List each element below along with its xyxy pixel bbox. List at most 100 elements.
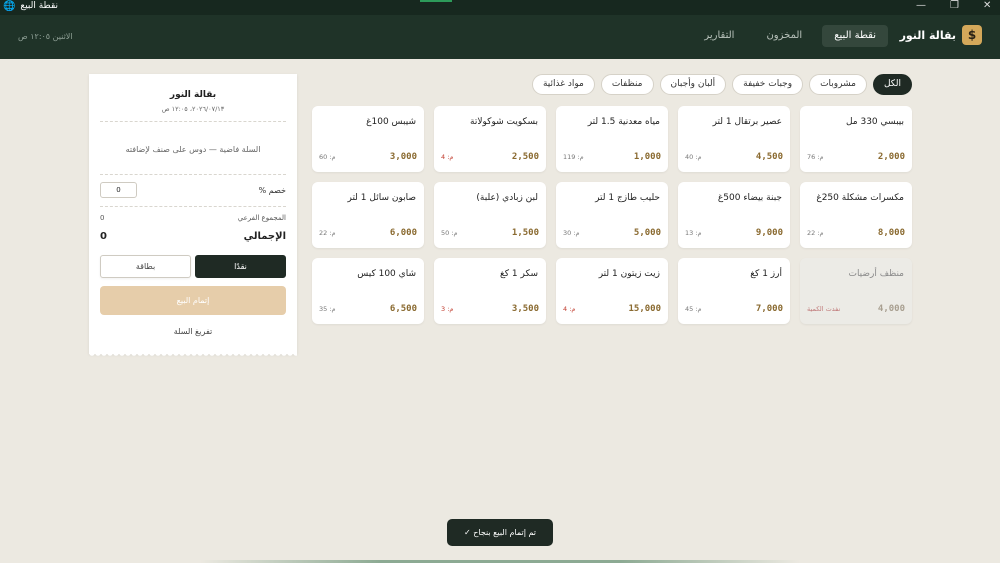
window-titlebar: 🌐 نقطة البيع — ❐ ✕: [0, 0, 1000, 15]
product-name: سكر 1 كغ: [499, 269, 538, 279]
product-stock: م: 119: [563, 153, 584, 161]
minimize-button[interactable]: —: [916, 0, 926, 11]
product-card[interactable]: زيت زيتون 1 لتر 15,000 م: 4: [556, 258, 668, 324]
product-card[interactable]: حليب طازج 1 لتر 5,000 م: 30: [556, 182, 668, 248]
product-name: لبن زبادي (علبة): [476, 193, 538, 203]
product-stock: م: 13: [685, 229, 702, 237]
filter-snacks[interactable]: وجبات خفيفة: [732, 74, 804, 95]
product-name: أرز 1 كغ: [750, 269, 782, 279]
product-name: مكسرات مشكلة 250غ: [816, 193, 904, 203]
product-stock: م: 4: [441, 153, 454, 161]
product-card[interactable]: بسكويت شوكولاتة 2,500 م: 4: [434, 106, 546, 172]
product-stock: م: 45: [685, 305, 702, 313]
product-stock: م: 50: [441, 229, 458, 237]
pay-cash-button[interactable]: نقدًا: [195, 255, 286, 278]
category-filters: الكل مشروبات وجبات خفيفة ألبان وأجبان من…: [531, 74, 912, 95]
divider: [100, 121, 286, 122]
nav-inventory[interactable]: المخزون: [754, 25, 814, 47]
product-card[interactable]: بيبسي 330 مل 2,000 م: 76: [800, 106, 912, 172]
product-name: منظف أرضيات: [848, 269, 904, 279]
receipt-date: ٢٠٢٦/٠٧/١٣، ١٢:٠٥ ص: [161, 105, 225, 113]
divider: [100, 206, 286, 207]
product-stock: م: 35: [319, 305, 336, 313]
product-grid: بيبسي 330 مل 2,000 م: 76 عصير برتقال 1 لتر 4…: [312, 106, 912, 324]
product-price: 9,000: [755, 228, 783, 238]
clear-cart-button[interactable]: تفريغ السلة: [89, 327, 297, 336]
pay-card-button[interactable]: بطاقة: [100, 255, 191, 278]
cart-empty-message: السلة فاضية — دوس على صنف لإضافته: [125, 145, 261, 154]
product-price: 3,500: [511, 304, 539, 314]
product-price: 4,500: [755, 152, 783, 162]
subtotal-label: المجموع الفرعي: [237, 214, 286, 222]
product-card[interactable]: شاي 100 كيس 6,500 م: 35: [312, 258, 424, 324]
product-name: صابون سائل 1 لتر: [347, 193, 416, 203]
window-title: نقطة البيع: [20, 1, 58, 11]
product-price: 2,500: [511, 152, 539, 162]
filter-cleaning[interactable]: منظفات: [600, 74, 654, 95]
main-nav: نقطة البيع المخزون التقارير: [692, 25, 888, 47]
filter-drinks[interactable]: مشروبات: [809, 74, 867, 95]
product-stock: م: 22: [319, 229, 336, 237]
product-name: بسكويت شوكولاتة: [470, 117, 538, 127]
product-stock: م: 30: [563, 229, 580, 237]
dollar-logo-icon: $: [962, 25, 982, 45]
product-card[interactable]: عصير برتقال 1 لتر 4,500 م: 40: [678, 106, 790, 172]
close-button[interactable]: ✕: [983, 0, 991, 11]
product-name: شاي 100 كيس: [357, 269, 416, 279]
product-stock: م: 4: [563, 305, 576, 313]
filter-dairy[interactable]: ألبان وأجبان: [659, 74, 727, 95]
nav-reports[interactable]: التقارير: [692, 25, 746, 47]
product-price: 3,000: [389, 152, 417, 162]
product-price: 5,000: [633, 228, 661, 238]
product-price: 6,500: [389, 304, 417, 314]
product-card: منظف أرضيات 4,000 نفدت الكمية: [800, 258, 912, 324]
complete-sale-button[interactable]: إتمام البيع: [100, 286, 286, 315]
product-stock: م: 76: [807, 153, 824, 161]
divider: [100, 174, 286, 175]
total-value: 0: [100, 231, 107, 242]
product-stock: نفدت الكمية: [807, 305, 841, 313]
product-name: مياه معدنية 1.5 لتر: [587, 117, 660, 127]
app-header: $ بقالة النور نقطة البيع المخزون التقاري…: [0, 15, 1000, 59]
receipt-shop-name: بقالة النور: [169, 90, 217, 100]
nav-pos[interactable]: نقطة البيع: [822, 25, 888, 47]
success-toast: تم إتمام البيع بنجاح ✓: [447, 519, 553, 546]
maximize-button[interactable]: ❐: [950, 0, 959, 11]
header-date: الاثنين ١٢:٠٥ ص: [18, 32, 73, 41]
product-price: 7,000: [755, 304, 783, 314]
product-name: عصير برتقال 1 لتر: [712, 117, 782, 127]
product-card[interactable]: شيبس 100غ 3,000 م: 60: [312, 106, 424, 172]
product-price: 2,000: [877, 152, 905, 162]
receipt-panel: بقالة النور ٢٠٢٦/٠٧/١٣، ١٢:٠٥ ص السلة فا…: [89, 74, 297, 358]
product-stock: م: 3: [441, 305, 454, 313]
product-name: زيت زيتون 1 لتر: [598, 269, 660, 279]
product-price: 1,500: [511, 228, 539, 238]
product-stock: م: 22: [807, 229, 824, 237]
product-price: 15,000: [628, 304, 661, 314]
total-label: الإجمالي: [243, 231, 286, 242]
titlebar-accent: [420, 0, 452, 2]
product-card[interactable]: مياه معدنية 1.5 لتر 1,000 م: 119: [556, 106, 668, 172]
product-card[interactable]: جبنة بيضاء 500غ 9,000 م: 13: [678, 182, 790, 248]
product-price: 8,000: [877, 228, 905, 238]
product-name: جبنة بيضاء 500غ: [717, 193, 782, 203]
product-card[interactable]: مكسرات مشكلة 250غ 8,000 م: 22: [800, 182, 912, 248]
product-price: 4,000: [877, 304, 905, 314]
subtotal-value: 0: [100, 214, 105, 222]
product-card[interactable]: سكر 1 كغ 3,500 م: 3: [434, 258, 546, 324]
discount-input[interactable]: 0: [100, 182, 137, 198]
product-name: بيبسي 330 مل: [845, 117, 904, 127]
brand: $ بقالة النور: [900, 25, 982, 45]
filter-groceries[interactable]: مواد غذائية: [531, 74, 595, 95]
product-stock: م: 40: [685, 153, 702, 161]
product-card[interactable]: لبن زبادي (علبة) 1,500 م: 50: [434, 182, 546, 248]
product-name: حليب طازج 1 لتر: [595, 193, 660, 203]
product-card[interactable]: صابون سائل 1 لتر 6,000 م: 22: [312, 182, 424, 248]
receipt-tear-edge: [89, 353, 297, 358]
shop-name: بقالة النور: [899, 28, 956, 42]
product-stock: م: 60: [319, 153, 336, 161]
globe-icon: 🌐: [3, 1, 16, 12]
product-price: 1,000: [633, 152, 661, 162]
filter-all[interactable]: الكل: [872, 74, 912, 95]
product-card[interactable]: أرز 1 كغ 7,000 م: 45: [678, 258, 790, 324]
